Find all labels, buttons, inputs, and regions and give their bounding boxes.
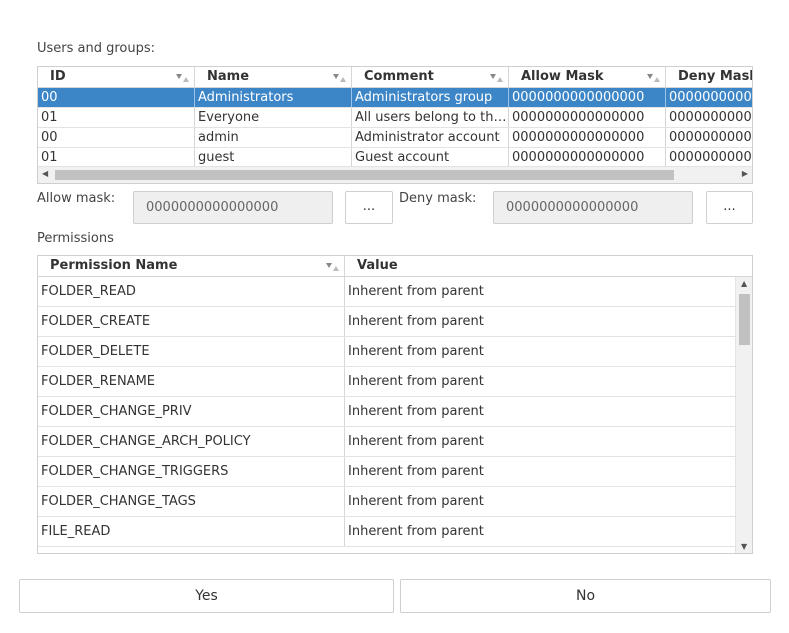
permission-name: FOLDER_CREATE xyxy=(38,307,345,336)
cell-id: 00 xyxy=(38,88,195,107)
permission-value[interactable]: Inherent from parent xyxy=(345,427,736,456)
column-header-label: ID xyxy=(50,69,66,84)
cell-comment: Administrator account xyxy=(352,128,509,147)
cell-id: 00 xyxy=(38,128,195,147)
permission-value[interactable]: Inherent from parent xyxy=(345,307,736,336)
cell-comment: All users belong to this group xyxy=(352,108,509,127)
list-item[interactable]: FOLDER_DELETE Inherent from parent xyxy=(38,337,736,367)
permission-value[interactable]: Inherent from parent xyxy=(345,337,736,366)
permission-value[interactable]: Inherent from parent xyxy=(345,397,736,426)
cell-name: admin xyxy=(195,128,352,147)
yes-button[interactable]: Yes xyxy=(19,579,394,613)
column-header-label: Name xyxy=(207,69,250,84)
permission-name: FILE_READ xyxy=(38,517,345,546)
users-grid-header: ID Name Comment Allow Mask Deny Mask xyxy=(38,67,753,88)
table-row[interactable]: 01 Everyone All users belong to this gro… xyxy=(38,108,752,128)
column-header-comment[interactable]: Comment xyxy=(352,67,509,87)
cell-id: 01 xyxy=(38,108,195,127)
allow-mask-browse-button[interactable]: ... xyxy=(345,191,393,224)
permission-name: FOLDER_CHANGE_ARCH_POLICY xyxy=(38,427,345,456)
cell-allow-mask: 0000000000000000 xyxy=(509,88,666,107)
permission-name: FOLDER_DELETE xyxy=(38,337,345,366)
permission-name: FOLDER_CHANGE_PRIV xyxy=(38,397,345,426)
list-item[interactable]: FOLDER_CHANGE_TAGS Inherent from parent xyxy=(38,487,736,517)
column-header-name[interactable]: Name xyxy=(195,67,352,87)
horizontal-scrollbar[interactable]: ◀ ▶ xyxy=(38,166,752,183)
arrow-left-icon[interactable]: ◀ xyxy=(42,169,48,178)
allow-mask-field[interactable]: 0000000000000000 xyxy=(133,191,333,224)
allow-mask-label: Allow mask: xyxy=(37,191,116,206)
permission-name: FOLDER_CHANGE_TRIGGERS xyxy=(38,457,345,486)
no-button[interactable]: No xyxy=(400,579,771,613)
column-header-permission-name[interactable]: Permission Name xyxy=(38,256,345,276)
sort-icon[interactable] xyxy=(647,73,660,83)
list-item[interactable]: FOLDER_RENAME Inherent from parent xyxy=(38,367,736,397)
vertical-scrollbar[interactable]: ▲ ▼ xyxy=(735,277,752,553)
permissions-grid[interactable]: Permission Name Value FOLDER_READ Inheren… xyxy=(37,255,753,554)
column-header-label: Deny Mask xyxy=(678,69,753,84)
cell-deny-mask: 0000000000000000 xyxy=(669,130,752,145)
cell-name: guest xyxy=(195,148,352,167)
permissions-list: FOLDER_READ Inherent from parent FOLDER_C… xyxy=(38,277,736,547)
column-header-deny-mask[interactable]: Deny Mask xyxy=(666,67,753,87)
list-item[interactable]: FOLDER_CHANGE_ARCH_POLICY Inherent from p… xyxy=(38,427,736,457)
sort-icon[interactable] xyxy=(176,73,189,83)
permission-name: FOLDER_CHANGE_TAGS xyxy=(38,487,345,516)
cell-allow-mask: 0000000000000000 xyxy=(509,148,666,167)
sort-icon[interactable] xyxy=(333,73,346,83)
sort-icon[interactable] xyxy=(490,73,503,83)
permission-value[interactable]: Inherent from parent xyxy=(345,367,736,396)
table-row[interactable]: 00 admin Administrator account 000000000… xyxy=(38,128,752,148)
cell-comment: Administrators group xyxy=(352,88,509,107)
arrow-up-icon[interactable]: ▲ xyxy=(741,279,747,288)
column-header-label: Permission Name xyxy=(50,258,178,273)
permissions-label: Permissions xyxy=(37,231,114,246)
column-header-label: Value xyxy=(357,258,398,273)
list-item[interactable]: FOLDER_CHANGE_PRIV Inherent from parent xyxy=(38,397,736,427)
column-header-id[interactable]: ID xyxy=(38,67,195,87)
users-groups-label: Users and groups: xyxy=(37,41,156,56)
scrollbar-thumb[interactable] xyxy=(55,170,674,180)
sort-icon[interactable] xyxy=(326,262,339,272)
permission-name: FOLDER_RENAME xyxy=(38,367,345,396)
column-header-label: Comment xyxy=(364,69,434,84)
list-item[interactable]: FILE_READ Inherent from parent xyxy=(38,517,736,547)
deny-mask-label: Deny mask: xyxy=(399,191,477,206)
deny-mask-field[interactable]: 0000000000000000 xyxy=(493,191,693,224)
arrow-down-icon[interactable]: ▼ xyxy=(741,542,747,551)
list-item[interactable]: FOLDER_CREATE Inherent from parent xyxy=(38,307,736,337)
cell-deny-mask: 0000000000000000 xyxy=(669,110,752,125)
column-header-allow-mask[interactable]: Allow Mask xyxy=(509,67,666,87)
cell-allow-mask: 0000000000000000 xyxy=(509,128,666,147)
permission-value[interactable]: Inherent from parent xyxy=(345,487,736,516)
permissions-grid-header: Permission Name Value xyxy=(38,256,752,277)
scrollbar-thumb[interactable] xyxy=(739,294,750,345)
permission-name: FOLDER_READ xyxy=(38,277,345,306)
cell-name: Administrators xyxy=(195,88,352,107)
table-row[interactable]: 00 Administrators Administrators group 0… xyxy=(38,88,752,108)
table-row[interactable]: 01 guest Guest account 0000000000000000 … xyxy=(38,148,752,168)
cell-id: 01 xyxy=(38,148,195,167)
list-item[interactable]: FOLDER_CHANGE_TRIGGERS Inherent from pare… xyxy=(38,457,736,487)
arrow-right-icon[interactable]: ▶ xyxy=(742,169,748,178)
column-header-label: Allow Mask xyxy=(521,69,604,84)
column-header-value[interactable]: Value xyxy=(345,256,398,276)
list-item[interactable]: FOLDER_READ Inherent from parent xyxy=(38,277,736,307)
permission-value[interactable]: Inherent from parent xyxy=(345,517,736,546)
cell-allow-mask: 0000000000000000 xyxy=(509,108,666,127)
deny-mask-browse-button[interactable]: ... xyxy=(706,191,753,224)
permission-value[interactable]: Inherent from parent xyxy=(345,277,736,306)
permission-value[interactable]: Inherent from parent xyxy=(345,457,736,486)
cell-name: Everyone xyxy=(195,108,352,127)
cell-comment: Guest account xyxy=(352,148,509,167)
cell-deny-mask: 0000000000000000 xyxy=(669,90,752,105)
users-grid[interactable]: ID Name Comment Allow Mask Deny Mask 00 … xyxy=(37,66,753,184)
cell-deny-mask: 0000000000000000 xyxy=(669,150,752,165)
